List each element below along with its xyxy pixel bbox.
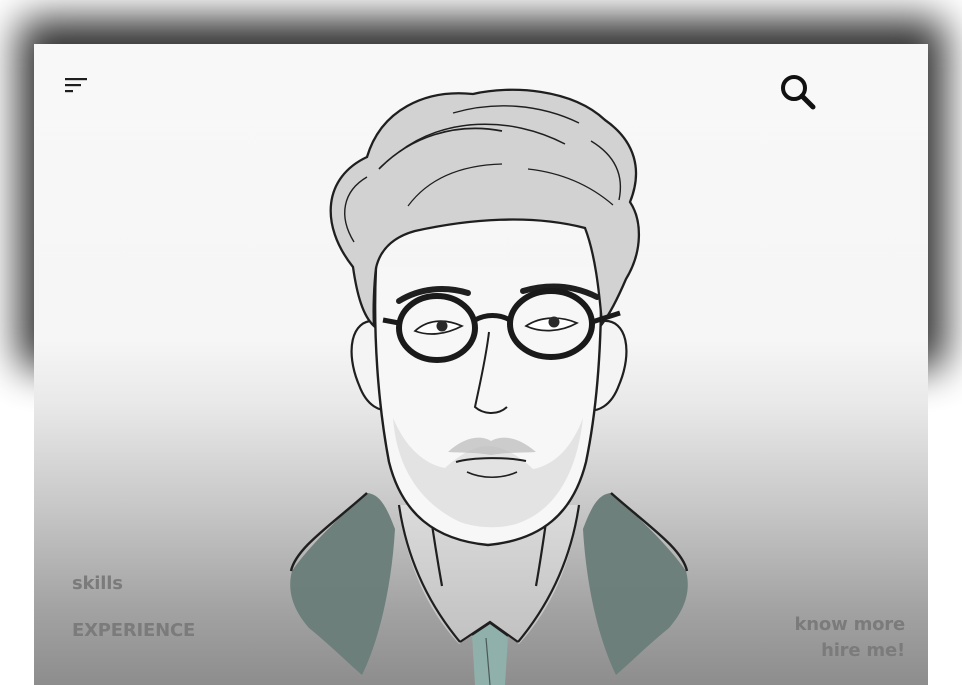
profile-card: skills EXPERIENCE know more hire me!: [34, 44, 928, 685]
know-more-link[interactable]: know more: [795, 614, 906, 635]
search-icon: [781, 75, 816, 110]
hire-me-link[interactable]: hire me!: [821, 640, 905, 661]
search-button[interactable]: [777, 71, 821, 115]
portrait-illustration: [289, 88, 689, 685]
menu-button[interactable]: [64, 77, 90, 97]
tie: [471, 621, 509, 685]
experience-link[interactable]: EXPERIENCE: [72, 620, 195, 641]
skills-link[interactable]: skills: [72, 573, 123, 594]
menu-icon: [65, 78, 87, 93]
page: skills EXPERIENCE know more hire me!: [0, 0, 962, 685]
